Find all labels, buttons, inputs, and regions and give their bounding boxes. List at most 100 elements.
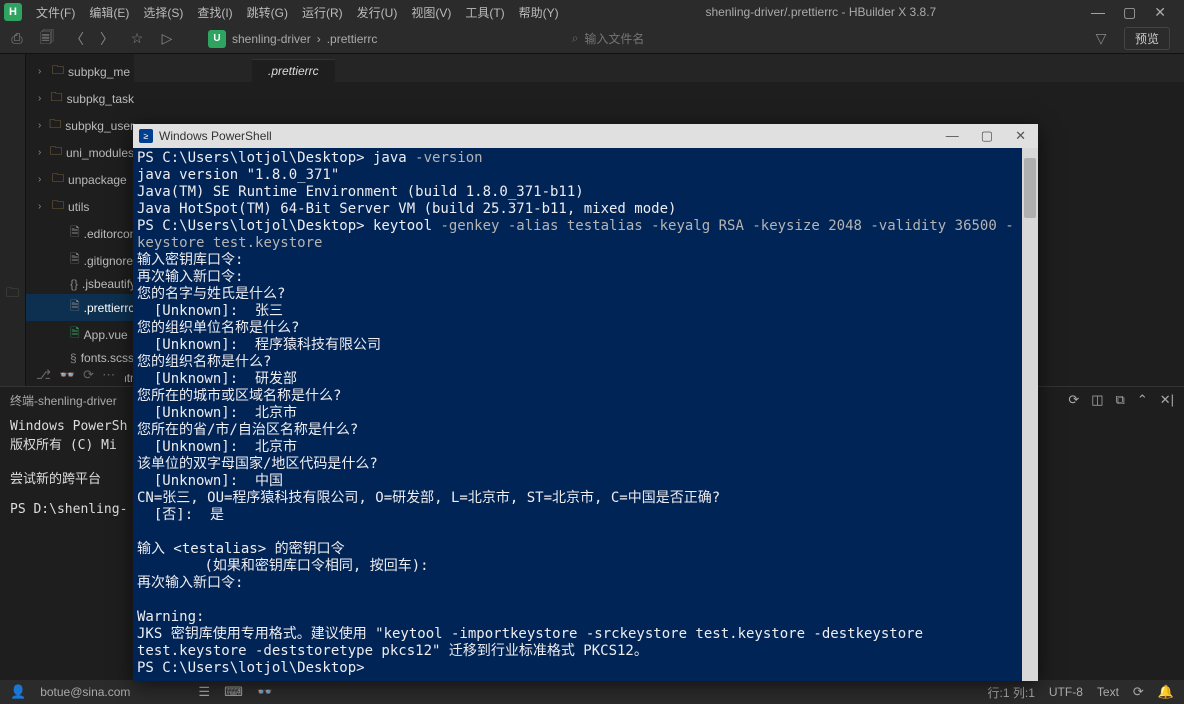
ps-close-icon[interactable]: ✕ [1015,128,1026,144]
tree-label: .editorconfig [84,227,134,241]
file-search-input[interactable] [584,32,784,46]
status-eye-icon[interactable]: 👓 [257,684,273,700]
folder-subpkg_task[interactable]: ›🗀subpkg_task [26,85,134,112]
ps-minimize-icon[interactable]: — [946,128,959,144]
menu-view[interactable]: 视图(V) [405,2,457,23]
file-search[interactable]: ⌕ [572,31,892,46]
chevron-right-icon: › [38,120,45,131]
filter-icon[interactable]: ▽ [1092,30,1110,47]
status-terminal-icon[interactable]: ⌨ [224,684,243,700]
chevron-right-icon: › [38,201,48,212]
breadcrumb-sep-icon: › [317,32,321,46]
folder-subpkg_me[interactable]: › 🗀 subpkg_me [26,58,134,85]
folder-icon: 🗀 [52,61,64,82]
tree-label: uni_modules [66,146,134,160]
star-icon[interactable]: ☆ [128,30,146,47]
menu-tool[interactable]: 工具(T) [459,2,510,23]
preview-button[interactable]: 预览 [1124,27,1170,50]
powershell-title: Windows PowerShell [159,129,272,143]
file-icon: § [70,351,77,365]
status-account[interactable]: botue@sina.com [40,685,130,699]
file-icon: {} [70,277,78,291]
menu-run[interactable]: 运行(R) [296,2,349,23]
glasses-icon[interactable]: 👓 [59,367,75,383]
file-prettierrc[interactable]: 🗎.prettierrc [26,294,134,321]
chevron-right-icon: › [38,93,47,104]
folder-icon: 🗀 [52,169,64,190]
status-cursor[interactable]: 行:1 列:1 [988,684,1035,701]
git-icon[interactable]: ⎇ [36,367,51,383]
powershell-titlebar[interactable]: ≥ Windows PowerShell — ▢ ✕ [133,124,1038,148]
terminal-restart-icon[interactable]: ⟳ [1068,392,1079,408]
file-icon: 🗎 [70,324,80,345]
explorer-bottom-icons: ⎇ 👓 ⟳ ⋯ [26,364,125,386]
tree-label: utils [68,200,89,214]
activity-explorer-icon[interactable]: 🗀 [6,284,19,306]
tree-label: .gitignore [84,254,133,268]
file-Appvue[interactable]: 🗎App.vue [26,321,134,348]
menu-edit[interactable]: 编辑(E) [83,2,135,23]
ps-scrollbar[interactable] [1022,148,1038,681]
menu-publish[interactable]: 发行(U) [351,2,404,23]
user-icon[interactable]: 👤 [10,684,26,700]
breadcrumb: U shenling-driver › .prettierrc [208,30,377,48]
terminal-tab[interactable]: 终端-shenling-driver [10,392,117,409]
search-icon: ⌕ [572,31,579,46]
nav-back-icon[interactable]: 〈 [68,29,86,49]
chevron-right-icon: › [38,66,48,77]
ps-maximize-icon[interactable]: ▢ [981,128,993,144]
nav-forward-icon[interactable]: 〉 [98,29,116,49]
folder-uni_modules[interactable]: › 🗀 uni_modules [26,139,134,166]
file-gitignore[interactable]: 🗎.gitignore [26,247,134,274]
menu-select[interactable]: 选择(S) [137,2,189,23]
powershell-output[interactable]: PS C:\Users\lotjol\Desktop> java -versio… [133,148,1038,681]
menu-goto[interactable]: 跳转(G) [241,2,294,23]
menu-file[interactable]: 文件(F) [30,2,81,23]
breadcrumb-project[interactable]: shenling-driver [232,32,311,46]
file-icon: 🗎 [70,297,80,318]
folder-unpackage[interactable]: ›🗀unpackage [26,166,134,193]
more-icon[interactable]: ⋯ [102,367,115,383]
status-list-icon[interactable]: ☰ [198,684,210,700]
status-lang[interactable]: Text [1097,685,1119,699]
titlebar: H 文件(F) 编辑(E) 选择(S) 查找(I) 跳转(G) 运行(R) 发行… [0,0,1184,24]
toolbar: ⎙ 🗐 〈 〉 ☆ ▷ U shenling-driver › .prettie… [0,24,1184,54]
file-icon: 🗎 [70,223,80,244]
folder-subpkg_user[interactable]: ›🗀subpkg_user [26,112,134,139]
window-close-icon[interactable]: ✕ [1154,4,1166,21]
window-minimize-icon[interactable]: — [1091,4,1105,20]
refresh-icon[interactable]: ⟳ [83,367,94,383]
terminal-split-icon[interactable]: ◫ [1091,392,1103,408]
status-sync-icon[interactable]: ⟳ [1133,684,1144,700]
folder-icon: 🗀 [50,142,62,163]
file-jsbeautifyrc[interactable]: {} .jsbeautifyrc [26,274,134,294]
chevron-right-icon: › [38,147,46,158]
menu-help[interactable]: 帮助(Y) [513,2,565,23]
ps-scroll-thumb[interactable] [1024,158,1036,218]
folder-icon: 🗀 [49,115,61,136]
run-icon[interactable]: ▷ [158,30,176,47]
status-encoding[interactable]: UTF-8 [1049,685,1083,699]
save-icon[interactable]: ⎙ [8,30,26,47]
menu-find[interactable]: 查找(I) [191,2,238,23]
status-bar: 👤 botue@sina.com ☰ ⌨ 👓 行:1 列:1 UTF-8 Tex… [0,680,1184,704]
window-title: shenling-driver/.prettierrc - HBuilder X… [705,5,936,19]
terminal-close-all-icon[interactable]: ✕| [1160,392,1174,408]
terminal-collapse-icon[interactable]: ⌃ [1137,392,1148,408]
app-logo: H [4,3,22,21]
powershell-window: ≥ Windows PowerShell — ▢ ✕ PS C:\Users\l… [133,124,1038,681]
save-all-icon[interactable]: 🗐 [38,27,56,51]
folder-icon: 🗀 [52,196,64,217]
folder-utils[interactable]: › 🗀 utils [26,193,134,220]
breadcrumb-file[interactable]: .prettierrc [327,32,378,46]
file-editorconfig[interactable]: 🗎 .editorconfig [26,220,134,247]
tab-prettierrc[interactable]: .prettierrc [252,59,335,82]
project-logo-icon: U [208,30,226,48]
terminal-open-icon[interactable]: ⧉ [1116,392,1125,408]
status-bell-icon[interactable]: 🔔 [1158,684,1174,700]
window-maximize-icon[interactable]: ▢ [1123,4,1136,21]
powershell-icon: ≥ [139,129,153,143]
chevron-right-icon: › [38,174,48,185]
tree-label: .jsbeautifyrc [82,277,134,291]
tree-label: subpkg_me [68,65,130,79]
